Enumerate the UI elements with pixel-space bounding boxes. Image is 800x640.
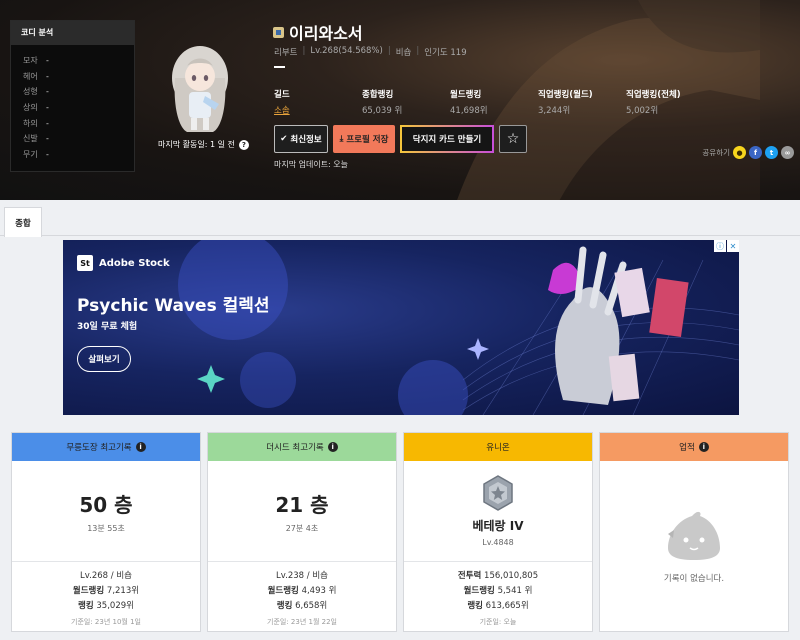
- facebook-share-icon[interactable]: f: [749, 146, 762, 159]
- mureung-world-rank: 월드랭킹 7,213위: [72, 586, 140, 596]
- divider: [274, 66, 285, 68]
- last-update: 마지막 업데이트: 오늘: [274, 160, 349, 169]
- ad-close-icon[interactable]: ✕: [727, 240, 739, 252]
- tab-overview[interactable]: 종합: [4, 207, 42, 237]
- coordi-analysis-panel: 코디 분석 모자 - 헤어 - 성형 - 상의 - 하의 - 신발 - 무기 -: [10, 20, 135, 172]
- empty-slime-icon: [668, 511, 720, 560]
- coordi-row-face: 성형 -: [23, 87, 49, 97]
- theseed-date: 기준일: 23년 1월 22일: [267, 618, 337, 626]
- ad-title: Psychic Waves 컬렉션: [77, 296, 270, 316]
- theseed-floor: 21 층: [275, 492, 329, 517]
- character-meta: 리부트 | Lv.268(54.568%) | 비숍 | 인기도 119: [274, 46, 467, 58]
- make-card-button[interactable]: 닥지지 카드 만들기: [400, 125, 494, 153]
- theseed-card-header: 더시드 최고기록 i: [208, 433, 396, 461]
- achievement-card-header: 업적 i: [600, 433, 788, 461]
- check-icon: ✔: [280, 134, 288, 144]
- info-icon[interactable]: i: [135, 442, 146, 452]
- ad-brand: St Adobe Stock: [77, 255, 170, 271]
- union-rank: 랭킹 613,665위: [467, 601, 529, 611]
- help-icon[interactable]: ?: [238, 139, 249, 150]
- ranking-stats: 길드 소솜 종합랭킹 65,039 위 월드랭킹 41,698위 직업랭킹(월드…: [274, 88, 714, 116]
- union-date: 기준일: 오늘: [479, 618, 517, 626]
- character-level: Lv.268(54.568%): [310, 46, 383, 56]
- character-avatar: [172, 46, 228, 132]
- stat-guild: 길드 소솜: [274, 88, 362, 116]
- world-name: 리부트: [274, 48, 298, 58]
- achievement-card: 업적 i 기록이 없습니다.: [599, 432, 789, 632]
- adobe-stock-logo: St: [77, 255, 93, 271]
- last-active: 마지막 활동일: 1 일 전 ?: [158, 139, 249, 150]
- mureung-level-job: Lv.268 / 비숍: [80, 571, 132, 581]
- character-header: 코디 분석 모자 - 헤어 - 성형 - 상의 - 하의 - 신발 - 무기 - 마지막 활동…: [0, 0, 800, 200]
- theseed-world-rank: 월드랭킹 4,493 위: [267, 586, 337, 596]
- kakao-share-icon[interactable]: ●: [733, 146, 746, 159]
- achievement-empty: 기록이 없습니다.: [663, 574, 725, 584]
- guild-link[interactable]: 소솜: [274, 104, 362, 116]
- reboot-world-icon: [273, 26, 284, 38]
- theseed-rank: 랭킹 6,658위: [276, 601, 328, 611]
- character-job: 비숍: [395, 48, 412, 58]
- ad-banner[interactable]: ⓘ ✕ St Adobe Stock Psychic Waves 컬렉션 30일…: [63, 240, 739, 415]
- union-card-header: 유니온: [404, 433, 592, 461]
- tab-bar: 종합: [0, 200, 800, 237]
- union-power: 전투력 156,010,805: [457, 571, 539, 581]
- coordi-row-shoes: 신발 -: [23, 134, 49, 144]
- ad-cta-button[interactable]: 살펴보기: [77, 346, 131, 372]
- mureung-rank: 랭킹 35,029위: [78, 601, 134, 611]
- star-icon: ☆: [506, 131, 520, 147]
- character-name-row: 이리와소서: [273, 20, 363, 44]
- stat-job-rank-world: 직업랭킹(월드) 3,244위: [538, 90, 593, 116]
- coordi-title: 코디 분석: [11, 21, 134, 45]
- stat-overall-rank: 종합랭킹 65,039 위: [362, 90, 403, 116]
- union-level: Lv.4848: [482, 538, 514, 547]
- twitter-share-icon[interactable]: t: [765, 146, 778, 159]
- save-profile-button[interactable]: ⤓ 프로필 저장: [333, 125, 395, 153]
- refresh-button[interactable]: ✔ 최신정보: [274, 125, 328, 153]
- share-bar: 공유하기 ● f t ∞: [702, 146, 794, 159]
- character-name: 이리와소서: [289, 24, 363, 43]
- theseed-time: 27분 4초: [285, 523, 319, 533]
- mureung-card: 무릉도장 최고기록 i 50 층 13분 55초 Lv.268 / 비숍 월드랭…: [11, 432, 201, 632]
- favorite-star-button[interactable]: ☆: [499, 125, 527, 153]
- union-grade: 베테랑 IV: [472, 519, 524, 533]
- download-icon: ⤓: [339, 134, 344, 144]
- theseed-card: 더시드 최고기록 i 21 층 27분 4초 Lv.238 / 비숍 월드랭킹 …: [207, 432, 397, 632]
- stat-world-rank: 월드랭킹 41,698위: [450, 90, 488, 116]
- info-icon[interactable]: i: [327, 442, 338, 452]
- mureung-card-header: 무릉도장 최고기록 i: [12, 433, 200, 461]
- coordi-row-top: 상의 -: [23, 103, 49, 113]
- union-grade-emblem-icon: [483, 475, 513, 511]
- ad-info-icon[interactable]: ⓘ: [714, 240, 726, 252]
- mureung-date: 기준일: 23년 10월 1일: [71, 618, 141, 626]
- theseed-level-job: Lv.238 / 비숍: [276, 571, 328, 581]
- link-share-icon[interactable]: ∞: [781, 146, 794, 159]
- coordi-row-weapon: 무기 -: [23, 149, 49, 159]
- info-icon[interactable]: i: [698, 442, 709, 452]
- mureung-floor: 50 층: [79, 492, 133, 517]
- ad-subtitle: 30일 무료 체험: [77, 322, 138, 332]
- share-label: 공유하기: [702, 148, 730, 157]
- union-world-rank: 월드랭킹 5,541 위: [463, 586, 533, 596]
- stat-job-rank-all: 직업랭킹(전체) 5,002위: [626, 90, 681, 116]
- coordi-row-bottom: 하의 -: [23, 118, 49, 128]
- union-card: 유니온 베테랑 IV Lv.4848 전투력 156,010,805 월드랭킹 …: [403, 432, 593, 632]
- action-buttons: ✔ 최신정보 ⤓ 프로필 저장 닥지지 카드 만들기 ☆: [274, 125, 527, 153]
- mureung-time: 13분 55초: [87, 523, 125, 533]
- coordi-row-hat: 모자 -: [23, 56, 49, 66]
- character-popularity: 인기도 119: [424, 48, 467, 58]
- ad-choices[interactable]: ⓘ ✕: [714, 240, 739, 252]
- coordi-row-hair: 헤어 -: [23, 71, 49, 81]
